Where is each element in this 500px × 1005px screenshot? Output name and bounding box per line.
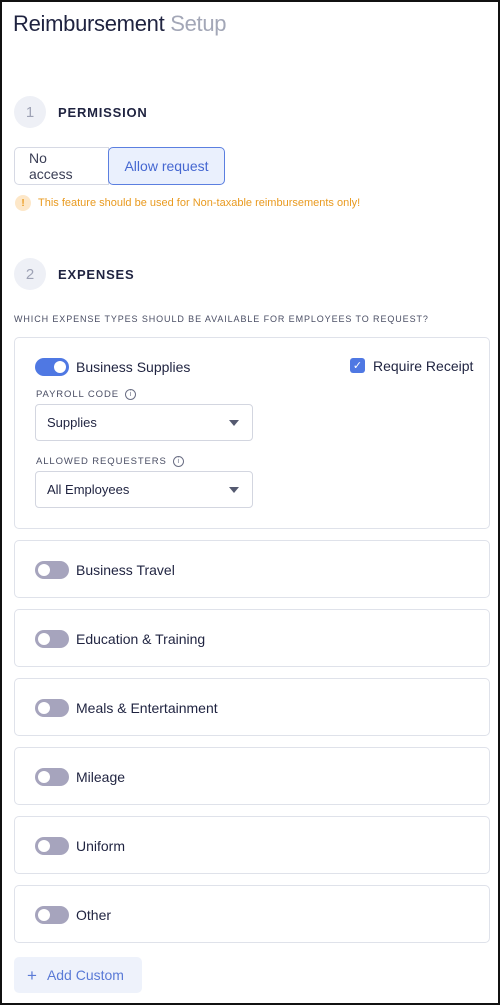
permission-section-header: 1 PERMISSION: [14, 96, 148, 128]
require-receipt-label: Require Receipt: [373, 358, 474, 374]
mileage-toggle[interactable]: [35, 768, 69, 786]
caret-down-icon: [229, 420, 239, 426]
page-title-main: Reimbursement: [13, 11, 165, 36]
other-toggle[interactable]: [35, 906, 69, 924]
step-number-badge: 1: [14, 96, 46, 128]
permission-section-title: PERMISSION: [58, 104, 148, 120]
no-access-option[interactable]: No access: [14, 147, 109, 185]
add-custom-button[interactable]: + Add Custom: [14, 957, 142, 993]
meals-entertainment-toggle[interactable]: [35, 699, 69, 717]
allowed-requesters-value: All Employees: [47, 482, 130, 497]
page-title-sub: Setup: [170, 11, 227, 36]
expense-label: Mileage: [76, 769, 126, 785]
caret-down-icon: [229, 487, 239, 493]
expenses-section-header: 2 EXPENSES: [14, 258, 134, 290]
payroll-code-value: Supplies: [47, 415, 97, 430]
uniform-toggle[interactable]: [35, 837, 69, 855]
checkmark-icon: ✓: [352, 360, 363, 372]
payroll-code-label-text: PAYROLL CODE: [36, 389, 119, 400]
business-travel-toggle[interactable]: [35, 561, 69, 579]
expense-card-business-travel: Business Travel: [14, 540, 490, 598]
step-number-badge: 2: [14, 258, 46, 290]
expense-card-other: Other: [14, 885, 490, 943]
payroll-code-select[interactable]: Supplies: [35, 404, 253, 441]
payroll-code-label: PAYROLL CODE i: [36, 389, 136, 400]
expense-card-mileage: Mileage: [14, 747, 490, 805]
permission-segmented-control: No access Allow request: [14, 147, 225, 185]
plus-icon: +: [27, 965, 37, 985]
expense-card-meals-entertainment: Meals & Entertainment: [14, 678, 490, 736]
allow-request-option[interactable]: Allow request: [108, 147, 225, 185]
expense-label: Education & Training: [76, 631, 206, 647]
allowed-requesters-label-text: ALLOWED REQUESTERS: [36, 456, 167, 467]
expenses-section-title: EXPENSES: [58, 266, 135, 282]
expense-label: Business Travel: [76, 562, 175, 578]
allowed-requesters-select[interactable]: All Employees: [35, 471, 253, 508]
business-supplies-toggle[interactable]: [35, 358, 69, 376]
warning-icon: !: [15, 195, 31, 211]
expense-label: Business Supplies: [76, 359, 191, 375]
expense-card-uniform: Uniform: [14, 816, 490, 874]
expense-card-education-training: Education & Training: [14, 609, 490, 667]
permission-warning: ! This feature should be used for Non-ta…: [15, 195, 360, 211]
expense-label: Meals & Entertainment: [76, 700, 218, 716]
require-receipt-checkbox[interactable]: ✓: [350, 358, 365, 373]
allowed-requesters-label: ALLOWED REQUESTERS i: [36, 456, 184, 467]
page-title: Reimbursement Setup: [13, 11, 227, 37]
expense-card-business-supplies: Business Supplies ✓ Require Receipt PAYR…: [14, 337, 490, 529]
info-icon[interactable]: i: [124, 389, 136, 400]
expense-label: Uniform: [76, 838, 126, 854]
warning-text: This feature should be used for Non-taxa…: [38, 197, 361, 209]
app-frame: Reimbursement Setup 1 PERMISSION No acce…: [0, 0, 500, 1005]
expense-label: Other: [76, 907, 112, 923]
education-training-toggle[interactable]: [35, 630, 69, 648]
info-icon[interactable]: i: [172, 456, 184, 467]
add-custom-label: Add Custom: [46, 967, 124, 983]
expenses-question: WHICH EXPENSE TYPES SHOULD BE AVAILABLE …: [14, 314, 429, 324]
